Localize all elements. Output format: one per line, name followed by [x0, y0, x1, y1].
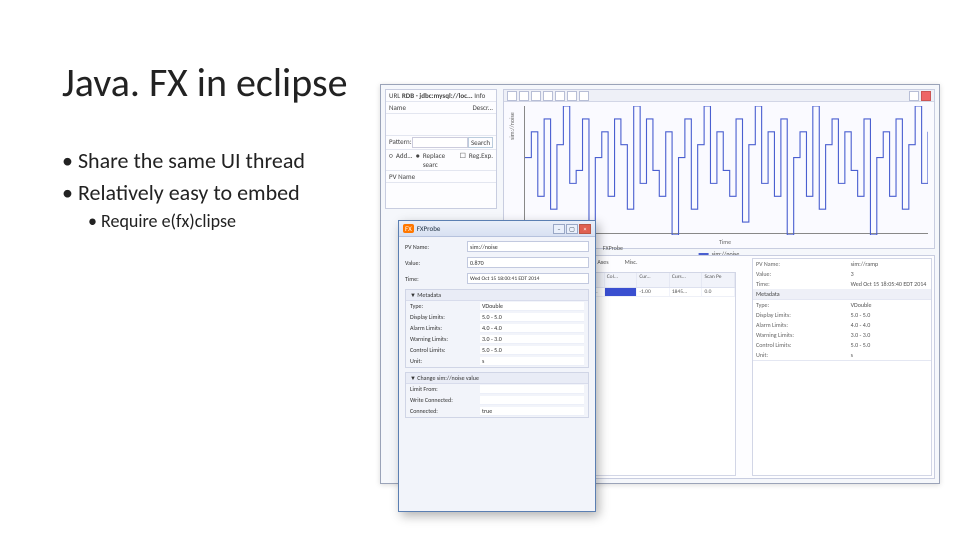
meta-k: Unit: [756, 351, 851, 359]
meta-k: Control Limits: [756, 341, 851, 349]
meta-k: Warning Limits: [756, 331, 851, 339]
col-curs: Curs... [670, 273, 703, 287]
meta-v: s [851, 351, 928, 359]
bullet-1: Share the same UI thread [62, 146, 305, 176]
close-icon[interactable] [921, 91, 931, 101]
toolbar-button[interactable] [567, 91, 577, 101]
left-search-pane: URL RDB - jdbc:mysql://loc... Info NameD… [385, 89, 497, 209]
chart-area[interactable] [524, 106, 928, 234]
col-col: Col... [605, 273, 638, 287]
pattern-input[interactable] [412, 137, 468, 148]
cell-scan: 0.0 [702, 288, 735, 296]
meta-v: 5.0 - 5.0 [480, 313, 584, 322]
value-time: Wed Oct 15 18:05:40 EDT 2014 [851, 280, 928, 288]
dialog-body: PV Name:sim://noise Value:0.870 Time:Wed… [399, 237, 595, 422]
search-button[interactable]: Search [468, 137, 493, 148]
line-chart [525, 106, 928, 235]
meta-v: s [480, 357, 584, 366]
pvname-input[interactable]: sim://noise [467, 241, 589, 252]
formula-k: Connected: [410, 407, 480, 416]
metadata-toggle[interactable]: ▼ Metadata [406, 290, 588, 301]
bullet-2: Relatively easy to embed [62, 178, 305, 208]
meta-v: VDouble [480, 302, 584, 311]
cell-curs: 1845... [670, 288, 703, 296]
fxprobe-side-pane: PV Name:sim://ramp Value:3 Time:Wed Oct … [752, 258, 932, 476]
regexp-check[interactable]: Reg.Exp. [469, 151, 493, 169]
toolbar-button[interactable] [507, 91, 517, 101]
tab-fxprobe[interactable]: FXProbe [599, 244, 627, 256]
meta-v: 5.0 - 5.0 [851, 341, 928, 349]
col-cur: Cur... [637, 273, 670, 287]
meta-v: 5.0 - 5.0 [480, 346, 584, 355]
dialog-title: FXProbe [417, 224, 441, 233]
name-hdr: Name [389, 103, 472, 112]
url-label: URL [389, 91, 400, 100]
minimize-button[interactable]: – [553, 224, 565, 234]
meta-v: 4.0 - 4.0 [480, 324, 584, 333]
meta-k: Alarm Limits: [756, 321, 851, 329]
label-time: Time: [756, 280, 851, 288]
cell-cur: -1.00 [637, 288, 670, 296]
app-icon: FX [403, 224, 414, 233]
meta-v: 3.0 - 3.0 [851, 331, 928, 339]
formula-k: Write Connected: [410, 396, 480, 405]
bullet-2-sub: Require e(fx)clipse [88, 209, 305, 233]
label-pvname: PV Name: [405, 243, 467, 251]
meta-k: Unit: [410, 357, 480, 366]
metadata-section: ▼ Metadata Type:VDouble Display Limits:5… [405, 289, 589, 368]
pvname-hdr: PV Name [386, 171, 496, 183]
info-label: Info [474, 91, 485, 100]
meta-v: 4.0 - 4.0 [851, 321, 928, 329]
screenshot-region: URL RDB - jdbc:mysql://loc... Info NameD… [380, 84, 940, 514]
formula-k: Limit From: [410, 385, 480, 394]
label-pvname: PV Name: [756, 260, 851, 268]
metadata-group-title[interactable]: Metadata [753, 289, 931, 300]
meta-v: VDouble [851, 301, 928, 309]
col-scan: Scan Pe [702, 273, 735, 287]
fxprobe-dialog: FX FXProbe – ▢ × PV Name:sim://noise Val… [398, 220, 596, 512]
formula-v: true [480, 407, 584, 416]
label-time: Time: [405, 275, 467, 283]
meta-k: Alarm Limits: [410, 324, 480, 333]
label-value: Value: [756, 270, 851, 278]
change-value-section: ▼ Change sim://noise value Limit From: W… [405, 372, 589, 418]
meta-k: Display Limits: [410, 313, 480, 322]
replace-radio[interactable]: Replace searc [423, 151, 457, 169]
formula-v [480, 396, 584, 405]
dialog-titlebar[interactable]: FX FXProbe – ▢ × [399, 221, 595, 237]
toolbar-button[interactable] [531, 91, 541, 101]
toolbar-button[interactable] [555, 91, 565, 101]
meta-k: Type: [410, 302, 480, 311]
meta-k: Display Limits: [756, 311, 851, 319]
meta-k: Type: [756, 301, 851, 309]
toolbar-button[interactable] [579, 91, 589, 101]
meta-v: 3.0 - 3.0 [480, 335, 584, 344]
meta-k: Control Limits: [410, 346, 480, 355]
meta-k: Warning Limits: [410, 335, 480, 344]
add-radio[interactable]: Add... [396, 151, 413, 169]
pattern-label: Pattern: [389, 137, 412, 148]
tab-misc[interactable]: Misc. [621, 258, 642, 270]
desc-hdr: Descr... [472, 103, 493, 112]
bullet-list: Share the same UI thread Relatively easy… [62, 146, 305, 234]
meta-v: 5.0 - 5.0 [851, 311, 928, 319]
toolbar-button[interactable] [909, 91, 919, 101]
toolbar-button[interactable] [543, 91, 553, 101]
maximize-button[interactable]: ▢ [566, 224, 578, 234]
value-readout: 0.870 [467, 257, 589, 268]
cell-color[interactable] [605, 288, 638, 296]
toolbar-button[interactable] [519, 91, 529, 101]
url-value[interactable]: RDB - jdbc:mysql://loc... [402, 91, 473, 100]
label-value: Value: [405, 259, 467, 267]
value-value: 3 [851, 270, 928, 278]
change-value-toggle[interactable]: ▼ Change sim://noise value [406, 373, 588, 384]
slide-title: Java. FX in eclipse [62, 58, 348, 107]
chart-y-axis-label: sim://noise [508, 112, 516, 140]
chart-toolbar [504, 90, 934, 102]
value-pvname[interactable]: sim://ramp [851, 260, 928, 268]
time-readout: Wed Oct 15 18:00:41 EDT 2014 [467, 273, 589, 284]
close-button[interactable]: × [579, 224, 591, 234]
chart-x-axis-label: Time [719, 238, 731, 246]
formula-v[interactable] [480, 385, 584, 394]
